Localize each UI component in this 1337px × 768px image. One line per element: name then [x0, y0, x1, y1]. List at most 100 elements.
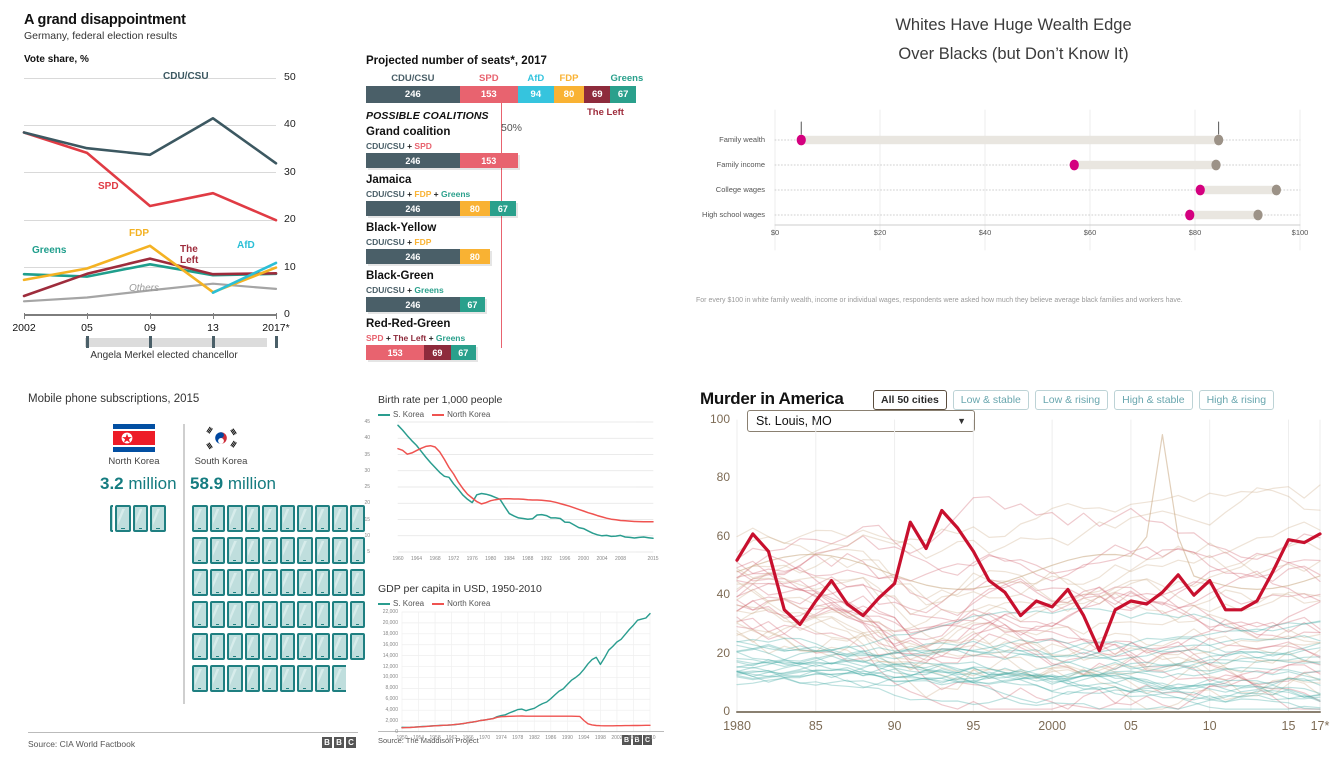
series-label-the-left: The Left	[180, 244, 199, 266]
phone-icon	[115, 505, 131, 532]
phone-icon	[192, 601, 208, 628]
phone-icon	[244, 601, 260, 628]
phone-row	[192, 505, 365, 532]
phone-icon	[244, 633, 260, 660]
coalition-parties-0: CDU/CSU + SPD	[366, 141, 432, 151]
murder-x-tick-8: 17*	[1310, 719, 1330, 733]
phone-icon	[349, 601, 365, 628]
coalition-seg-1-0: 246	[366, 201, 460, 216]
wealth-x-tick-5: $100	[1291, 228, 1309, 237]
seat-segment-cdu-csu: 246	[366, 86, 460, 103]
coalition-seg-0-0: 246	[366, 153, 460, 168]
party-token: +	[404, 237, 415, 247]
phone-icon	[209, 665, 225, 692]
phone-icon	[192, 505, 208, 532]
party-token: +	[383, 333, 394, 343]
x-tick-3: 13	[207, 322, 219, 334]
row-label-family-wealth: Family wealth	[719, 135, 765, 144]
phone-icon	[209, 569, 225, 596]
filter-button-low-stable[interactable]: Low & stable	[952, 390, 1029, 410]
filter-button-all-50-cities[interactable]: All 50 cities	[873, 390, 947, 410]
series-label-fdp: FDP	[129, 228, 149, 239]
coalition-parties-3: CDU/CSU + Greens	[366, 285, 444, 295]
phone-row	[192, 569, 365, 596]
birth-rate-plot	[397, 421, 654, 573]
x-tick-mark-2	[149, 313, 151, 319]
merkel-tick-2	[148, 336, 152, 348]
birth-y-tick-45: 45	[364, 419, 370, 425]
gdp-line-north-korea	[401, 715, 651, 729]
reality-dot-2	[1195, 184, 1205, 196]
phone-icon	[279, 537, 295, 564]
y-tick-10: 10	[284, 260, 296, 273]
birth-line-s-korea	[397, 424, 654, 540]
north-korea-flag	[113, 424, 155, 452]
q1-axis-label: Vote share, %	[24, 54, 89, 65]
majority-threshold-line	[501, 100, 503, 348]
coalition-parties-1: CDU/CSU + FDP + Greens	[366, 189, 470, 199]
threshold-label: 50%	[501, 122, 523, 134]
gdp-y-tick-6000: 6,000	[385, 696, 398, 703]
phone-icon	[262, 665, 278, 692]
possible-coalitions-label: POSSIBLE COALITIONS	[366, 110, 489, 122]
phone-icon	[262, 633, 278, 660]
party-token: SPD	[366, 333, 384, 343]
legend-north-korea: North Korea	[432, 410, 490, 419]
seat-segment-greens: 67	[610, 86, 636, 103]
x-tick-mark-3	[212, 313, 214, 319]
city-line	[736, 487, 1321, 559]
legend-north-korea-gdp: North Korea	[432, 599, 490, 608]
gap-band	[1189, 210, 1258, 220]
party-token: +	[404, 141, 415, 151]
murder-x-tick-0: 1980	[723, 719, 751, 733]
phone-icon	[150, 505, 166, 532]
murder-x-tick-1: 85	[808, 719, 823, 733]
legend-s-korea-gdp: S. Korea	[378, 599, 424, 608]
coalition-name-0: Grand coalition	[366, 126, 451, 138]
gdp-y-tick-16000: 16,000	[382, 641, 398, 648]
south-korea-flag	[200, 424, 242, 452]
x-tick-4: 2017*	[262, 322, 290, 334]
murder-x-tick-3: 95	[966, 719, 981, 733]
q4-divider-rule	[378, 731, 664, 732]
party-token: Greens	[440, 189, 471, 199]
series-label-afd: AfD	[237, 240, 255, 251]
perception-dot-3	[1253, 209, 1263, 221]
wealth-note: For every $100 in white family wealth, i…	[696, 297, 1183, 304]
wealth-x-tick-0: $0	[770, 228, 780, 237]
murder-in-america-chart: Murder in America All 50 cities Low & sta…	[690, 380, 1337, 768]
phone-icon	[332, 633, 348, 660]
murder-x-tick-5: 05	[1123, 719, 1138, 733]
party-token: Greens	[435, 333, 466, 343]
phone-icon	[227, 601, 243, 628]
gap-band	[1200, 185, 1277, 195]
q3-title: Mobile phone subscriptions, 2015	[28, 393, 200, 405]
filter-button-high-stable[interactable]: High & stable	[1114, 390, 1193, 410]
birth-rate-legend: S. Korea North Korea	[378, 410, 490, 419]
murder-x-tick-6: 10	[1202, 719, 1217, 733]
phone-icon	[314, 569, 330, 596]
coalition-parties-2: CDU/CSU + FDP	[366, 237, 431, 247]
phone-icon	[262, 505, 278, 532]
coalition-bar-1: 246 80 67	[366, 201, 516, 216]
y-tick-30: 30	[284, 165, 296, 178]
filter-button-low-rising[interactable]: Low & rising	[1034, 390, 1109, 410]
merkel-tick-4	[274, 336, 278, 348]
coalition-seg-2-1: 80	[459, 249, 491, 264]
gap-band	[1074, 160, 1216, 170]
filter-button-high-rising[interactable]: High & rising	[1198, 390, 1275, 410]
party-header-greens: Greens	[610, 73, 644, 84]
phone-icon	[297, 665, 313, 692]
murder-plot-area	[735, 419, 1322, 721]
gdp-y-tick-4000: 4,000	[385, 707, 398, 714]
birth-x-tick-12: 2008	[614, 556, 627, 562]
x-tick-1: 05	[81, 322, 93, 334]
phone-icon	[297, 505, 313, 532]
phone-icon	[332, 537, 348, 564]
phone-icon	[192, 665, 208, 692]
party-token: +	[426, 333, 436, 343]
coalition-seg-3-0: 246	[366, 297, 460, 312]
gdp-legend: S. Korea North Korea	[378, 599, 490, 608]
perception-dot-1	[1211, 159, 1221, 171]
wealth-x-tick-1: $20	[873, 228, 887, 237]
